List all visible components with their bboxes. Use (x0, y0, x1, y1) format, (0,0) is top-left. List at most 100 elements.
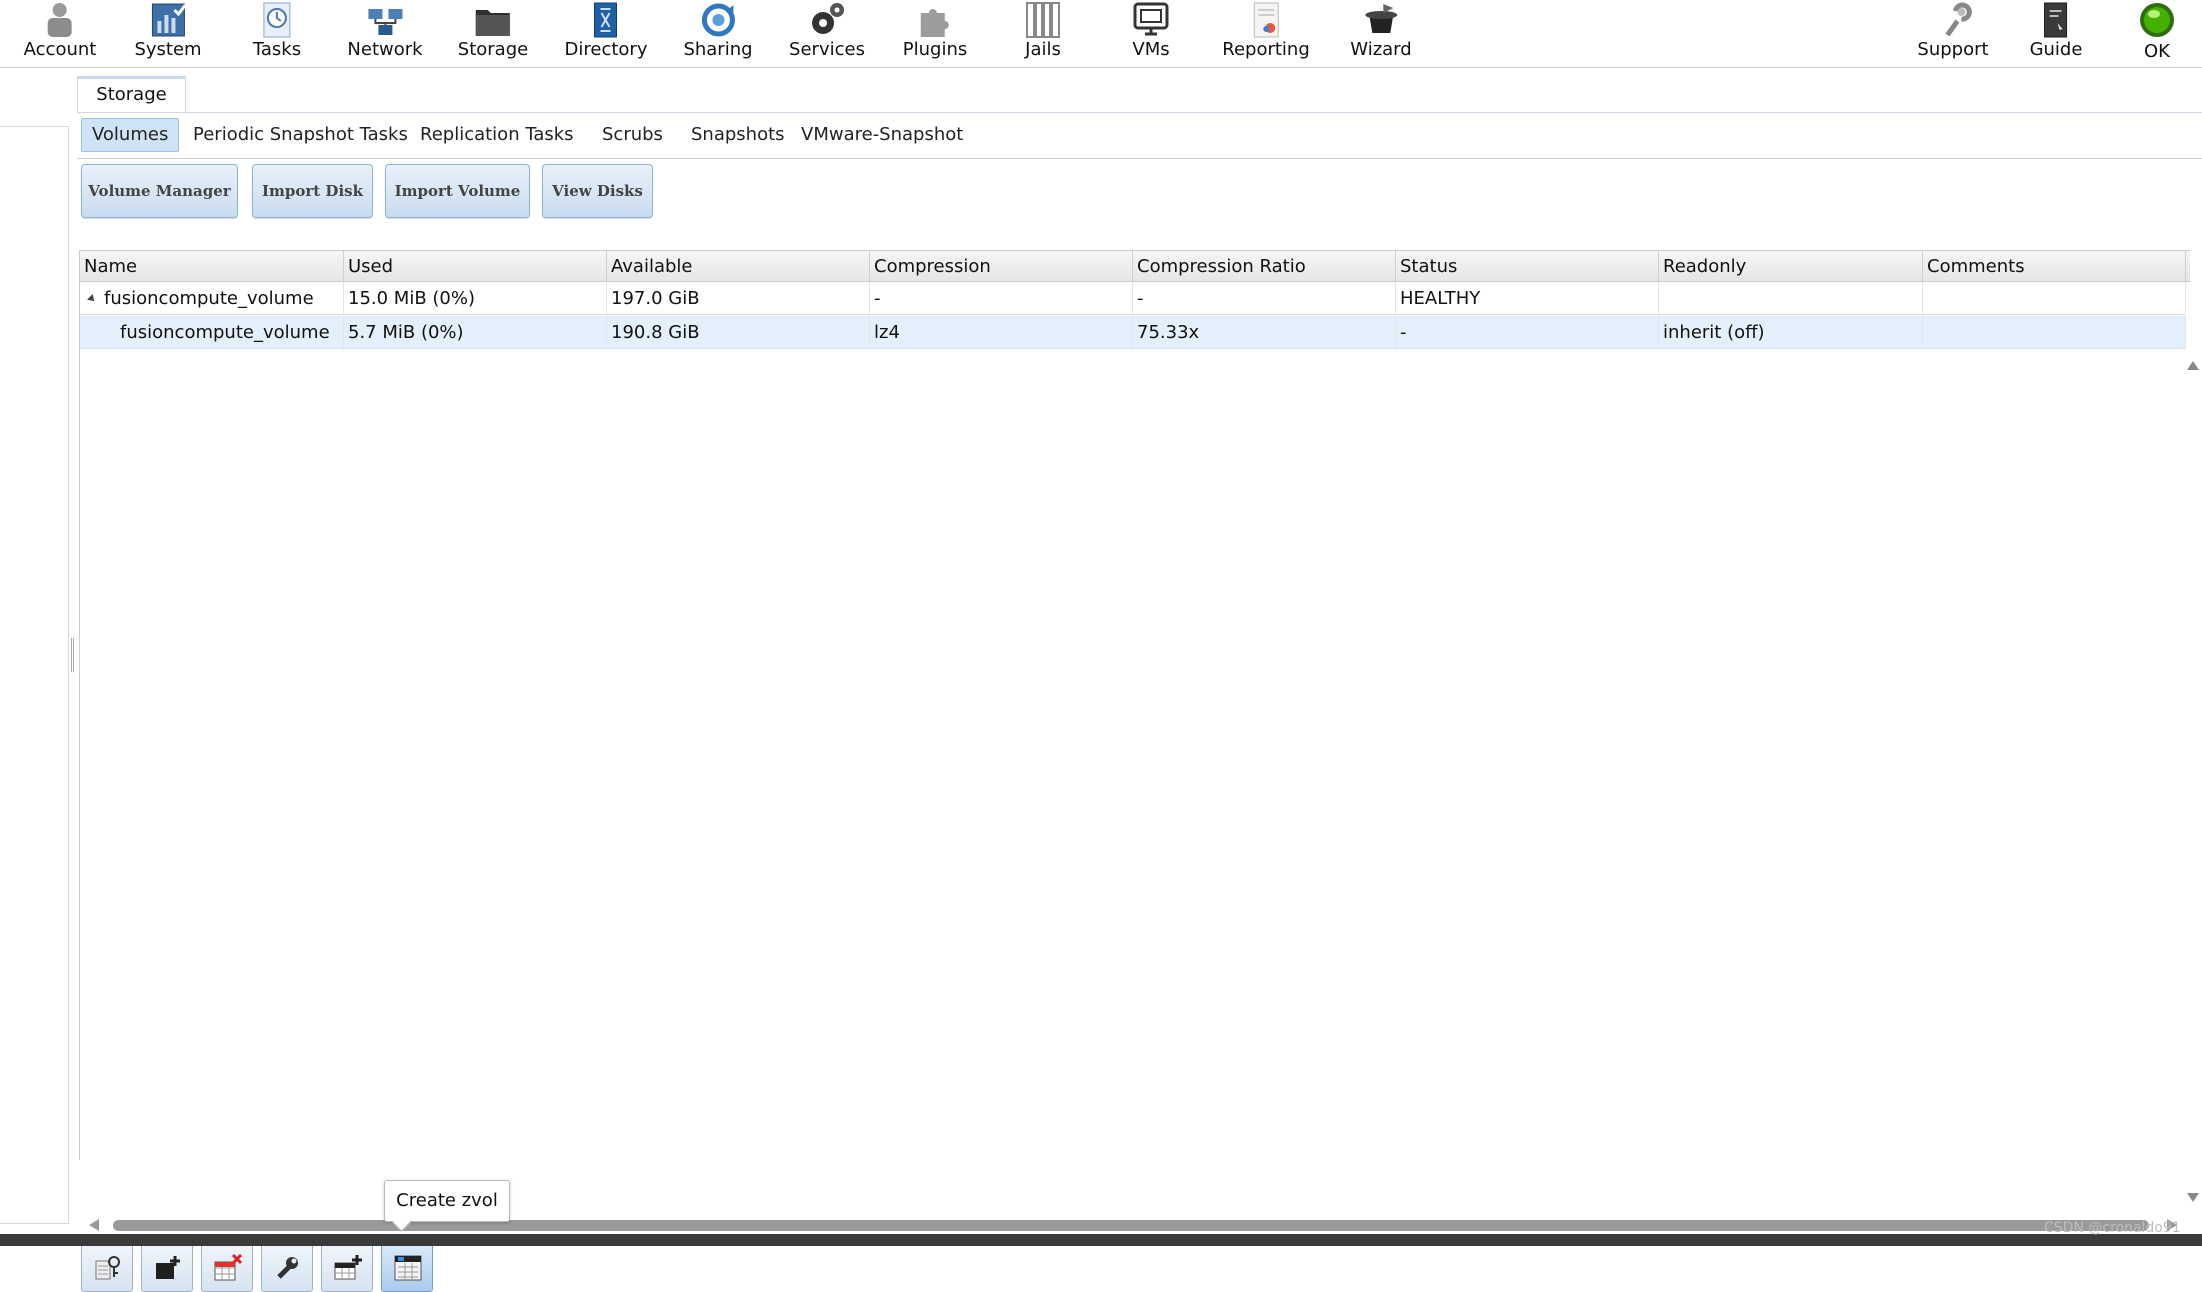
cell-name: fusioncompute_volume (80, 282, 344, 315)
scroll-down-arrow-icon[interactable] (2187, 1193, 2199, 1202)
cell-status: HEALTHY (1396, 282, 1659, 315)
nav-label: Sharing (683, 39, 753, 60)
nav-services[interactable]: Services (789, 0, 865, 66)
table-row[interactable]: fusioncompute_volume 15.0 MiB (0%) 197.0… (80, 282, 2186, 315)
subtab-divider (77, 158, 2202, 159)
subtab-replication-tasks[interactable]: Replication Tasks (420, 118, 574, 152)
tooltip-create-zvol: Create zvol (384, 1180, 510, 1222)
nav-label: VMs (1132, 39, 1170, 60)
column-header-used[interactable]: Used (344, 251, 607, 282)
nav-label: Support (1917, 39, 1989, 60)
directory-icon (594, 2, 618, 38)
nav-label: Guide (2029, 39, 2083, 60)
cell-name: fusioncompute_volume (80, 316, 344, 349)
volume-manager-button[interactable]: Volume Manager (81, 164, 238, 218)
column-header-status[interactable]: Status (1396, 251, 1659, 282)
nav-directory[interactable]: Directory (564, 0, 648, 66)
subtab-periodic-snapshot-tasks[interactable]: Periodic Snapshot Tasks (193, 118, 408, 152)
change-permissions-button[interactable] (81, 1242, 133, 1292)
nav-reporting[interactable]: Reporting (1222, 0, 1310, 66)
scroll-left-arrow-icon[interactable] (89, 1219, 99, 1231)
guide-icon (2044, 2, 2068, 38)
nav-wizard[interactable]: Wizard (1350, 0, 1412, 66)
nav-label: Services (789, 39, 865, 60)
sharing-icon (701, 3, 735, 37)
tab-divider (77, 112, 2202, 113)
column-header-compression[interactable]: Compression (870, 251, 1133, 282)
cell-used: 5.7 MiB (0%) (344, 316, 607, 349)
create-snapshot-button[interactable] (321, 1242, 373, 1292)
subtab-vmware-snapshot[interactable]: VMware-Snapshot (801, 118, 963, 152)
nav-label: Reporting (1222, 39, 1310, 60)
column-header-compression-ratio[interactable]: Compression Ratio (1133, 251, 1396, 282)
column-header-readonly[interactable]: Readonly (1659, 251, 1923, 282)
grid-header: Name Used Available Compression Compress… (80, 250, 2190, 282)
nav-label: Tasks (252, 39, 302, 60)
account-icon (48, 3, 72, 37)
subtab-snapshots[interactable]: Snapshots (691, 118, 785, 152)
plugins-icon (920, 9, 949, 37)
row-name-text: fusioncompute_volume (104, 288, 314, 309)
cell-available: 197.0 GiB (607, 282, 870, 315)
nav-plugins[interactable]: Plugins (903, 0, 967, 66)
create-dataset-icon (156, 1256, 180, 1279)
cell-available: 190.8 GiB (607, 316, 870, 349)
panel-splitter[interactable] (70, 68, 76, 1234)
cell-used: 15.0 MiB (0%) (344, 282, 607, 315)
cell-status: - (1396, 316, 1659, 349)
nav-system[interactable]: System (134, 0, 202, 66)
bottom-status-bar (0, 1234, 2202, 1246)
services-icon (812, 3, 844, 34)
storage-icon (476, 10, 510, 36)
nav-alert-status[interactable]: OK (2137, 0, 2177, 66)
column-header-comments[interactable]: Comments (1923, 251, 2186, 282)
watermark-text: CSDN @cronaldo91 (2044, 1220, 2181, 1236)
nav-support[interactable]: Support (1917, 0, 1989, 66)
change-permissions-icon (95, 1256, 120, 1280)
splitter-grip[interactable] (71, 638, 74, 672)
detach-volume-button[interactable] (201, 1242, 253, 1292)
tasks-icon (263, 2, 291, 38)
cell-compression: lz4 (870, 316, 1133, 349)
column-header-name[interactable]: Name (80, 251, 344, 282)
nav-jails[interactable]: Jails (1023, 0, 1063, 66)
nav-sharing[interactable]: Sharing (683, 0, 753, 66)
nav-network[interactable]: Network (347, 0, 423, 66)
nav-tasks[interactable]: Tasks (253, 0, 301, 66)
import-disk-button[interactable]: Import Disk (252, 164, 373, 218)
create-zvol-icon (394, 1255, 422, 1281)
nav-account[interactable]: Account (24, 0, 96, 66)
nav-storage[interactable]: Storage (458, 0, 528, 66)
subtab-volumes[interactable]: Volumes (81, 118, 180, 152)
nav-guide[interactable]: Guide (2029, 0, 2083, 66)
main-content: Storage Volumes Periodic Snapshot Tasks … (77, 68, 2202, 1292)
nav-label: System (134, 39, 202, 60)
vms-icon (1133, 2, 1169, 36)
cell-compression-ratio: 75.33x (1133, 316, 1396, 349)
top-navigation-bar: Account System Tasks Network Storage Dir… (0, 0, 2202, 68)
nav-vms[interactable]: VMs (1131, 0, 1171, 66)
create-dataset-button[interactable] (141, 1242, 193, 1292)
subtab-scrubs[interactable]: Scrubs (602, 118, 663, 152)
cell-compression: - (870, 282, 1133, 315)
nav-label: Directory (564, 39, 648, 60)
expand-collapse-icon[interactable] (87, 294, 97, 304)
left-tree-panel (0, 126, 69, 1224)
reporting-icon (1253, 2, 1279, 38)
nav-label: Wizard (1350, 39, 1412, 60)
tab-storage[interactable]: Storage (77, 76, 186, 112)
nav-label: Plugins (902, 39, 968, 60)
scrub-volume-button[interactable] (261, 1242, 313, 1292)
column-header-available[interactable]: Available (607, 251, 870, 282)
system-icon (151, 3, 187, 37)
nav-label: OK (2144, 41, 2170, 62)
create-zvol-button[interactable] (381, 1242, 433, 1292)
import-volume-button[interactable]: Import Volume (385, 164, 530, 218)
support-icon (1944, 2, 1972, 37)
detach-volume-icon (214, 1253, 243, 1281)
alert-status-icon (2140, 3, 2174, 37)
wizard-icon (1365, 4, 1397, 33)
view-disks-button[interactable]: View Disks (542, 164, 653, 218)
table-row[interactable]: fusioncompute_volume 5.7 MiB (0%) 190.8 … (80, 316, 2186, 349)
scroll-up-arrow-icon[interactable] (2187, 361, 2199, 370)
